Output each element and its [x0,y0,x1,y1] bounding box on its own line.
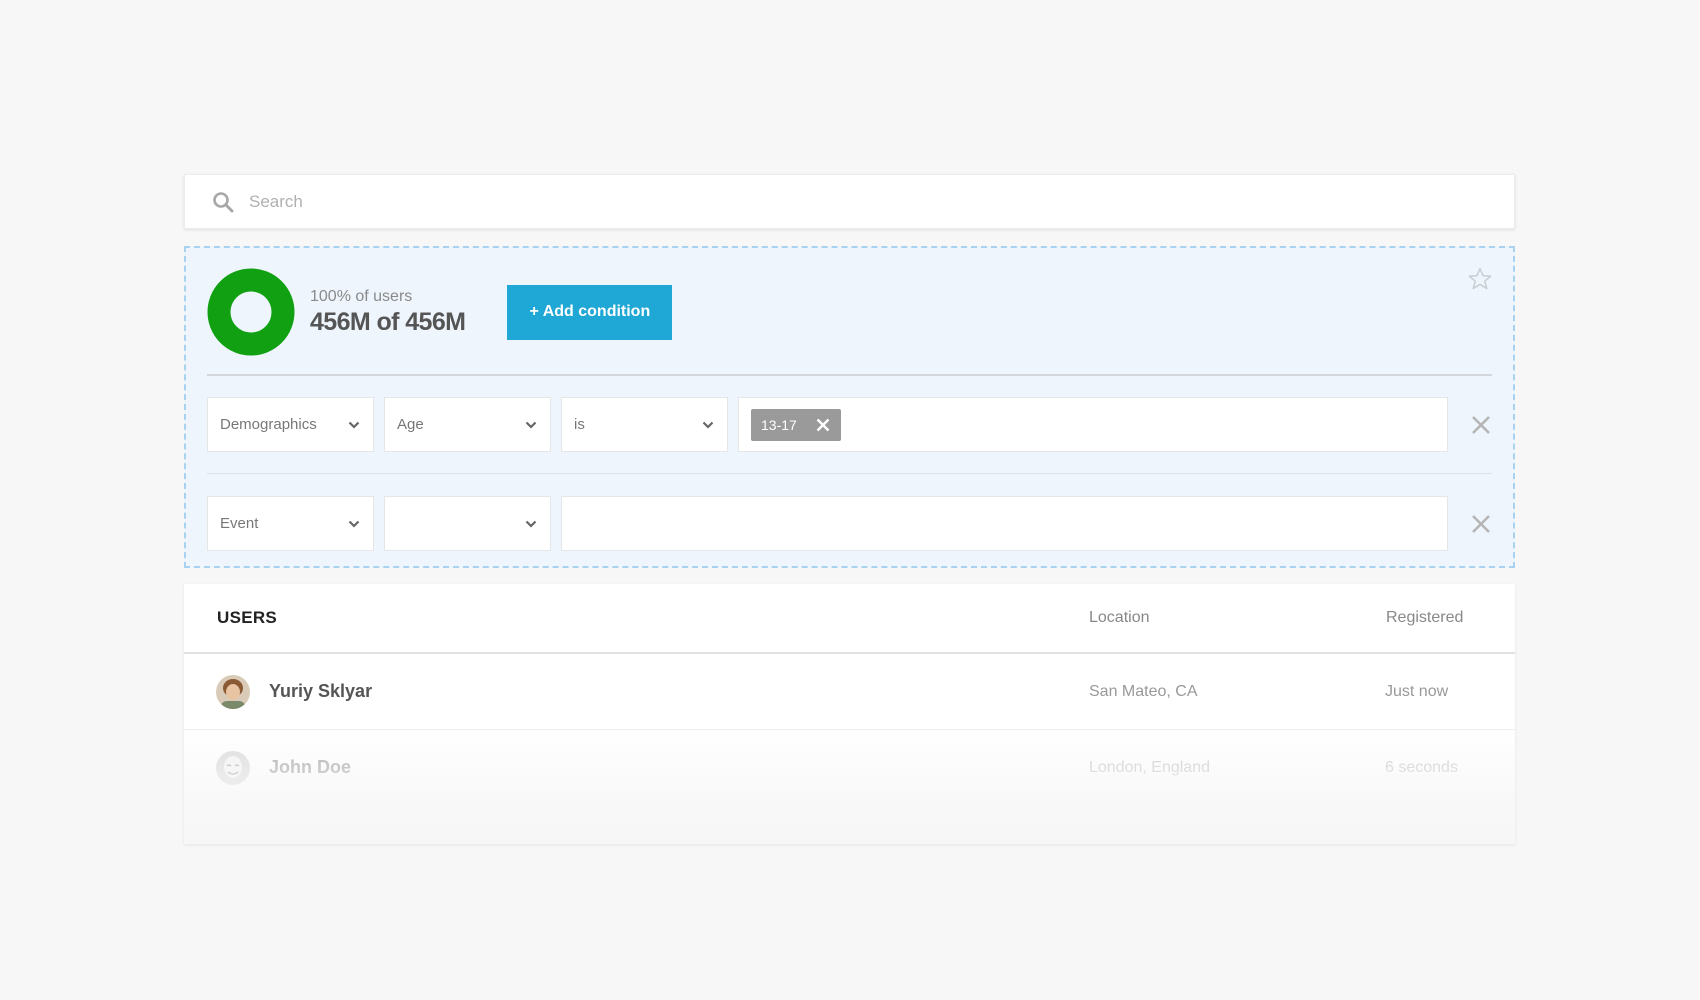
segment-header: 100% of users 456M of 456M + Add conditi… [207,267,1492,357]
table-header: USERS Location Registered [184,584,1515,654]
chevron-down-icon [348,520,360,528]
star-icon[interactable] [1467,266,1493,292]
close-icon [1472,514,1490,533]
coverage-donut [207,268,295,356]
category-value: Event [220,515,259,532]
field-dropdown[interactable] [384,496,551,551]
add-condition-button[interactable]: + Add condition [507,284,673,340]
segment-panel: 100% of users 456M of 456M + Add conditi… [184,246,1515,568]
category-value: Demographics [220,416,317,433]
chevron-down-icon [525,421,537,429]
search-icon [213,191,234,212]
operator-value: is [574,416,585,433]
close-icon [1472,415,1490,434]
percent-of-users: 100% of users [310,287,413,305]
table-row[interactable]: John Doe London, England 6 seconds [184,730,1515,806]
category-dropdown[interactable]: Event [207,496,374,551]
value-input[interactable]: 13-17 [738,397,1448,452]
remove-condition-button[interactable] [1448,513,1492,535]
registered-column-header[interactable]: Registered [1386,609,1463,627]
user-photo-icon [216,826,250,844]
field-dropdown[interactable]: Age [384,397,551,452]
value-tag: 13-17 [751,408,841,441]
table-row[interactable]: Yuriy Sklyar San Mateo, CA Just now [184,654,1515,730]
operator-dropdown[interactable]: is [561,397,728,452]
table-row [184,806,1515,844]
avatar [216,826,250,844]
user-location: San Mateo, CA [1089,682,1198,700]
category-dropdown[interactable]: Demographics [207,397,374,452]
condition-row: Demographics Age is 13-17 [207,397,1492,452]
user-count: 456M of 456M [310,307,466,336]
location-column-header[interactable]: Location [1089,609,1150,627]
field-value: Age [397,416,424,433]
remove-tag-icon[interactable] [815,417,831,433]
users-table: USERS Location Registered Yuriy Sklyar S… [184,584,1515,844]
condition-separator [207,473,1492,474]
user-photo-icon [216,750,250,785]
avatar [216,750,250,785]
user-name: Yuriy Sklyar [269,681,373,701]
tag-label: 13-17 [761,416,797,433]
users-heading: USERS [217,608,278,627]
user-name: John Doe [269,757,352,777]
chevron-down-icon [525,520,537,528]
user-location: London, England [1089,758,1210,776]
search-bar[interactable] [184,174,1515,229]
app: 100% of users 456M of 456M + Add conditi… [184,174,1515,844]
value-input[interactable] [561,496,1448,551]
segment-stats: 100% of users 456M of 456M [310,287,466,337]
user-registered: Just now [1385,682,1449,700]
search-input[interactable] [249,191,1449,212]
user-photo-icon [216,674,250,709]
user-registered: 6 seconds [1385,758,1458,776]
segment-divider [207,374,1492,376]
chevron-down-icon [702,421,714,429]
avatar [216,674,250,709]
chevron-down-icon [348,421,360,429]
remove-condition-button[interactable] [1448,414,1492,436]
condition-row: Event [207,496,1492,551]
